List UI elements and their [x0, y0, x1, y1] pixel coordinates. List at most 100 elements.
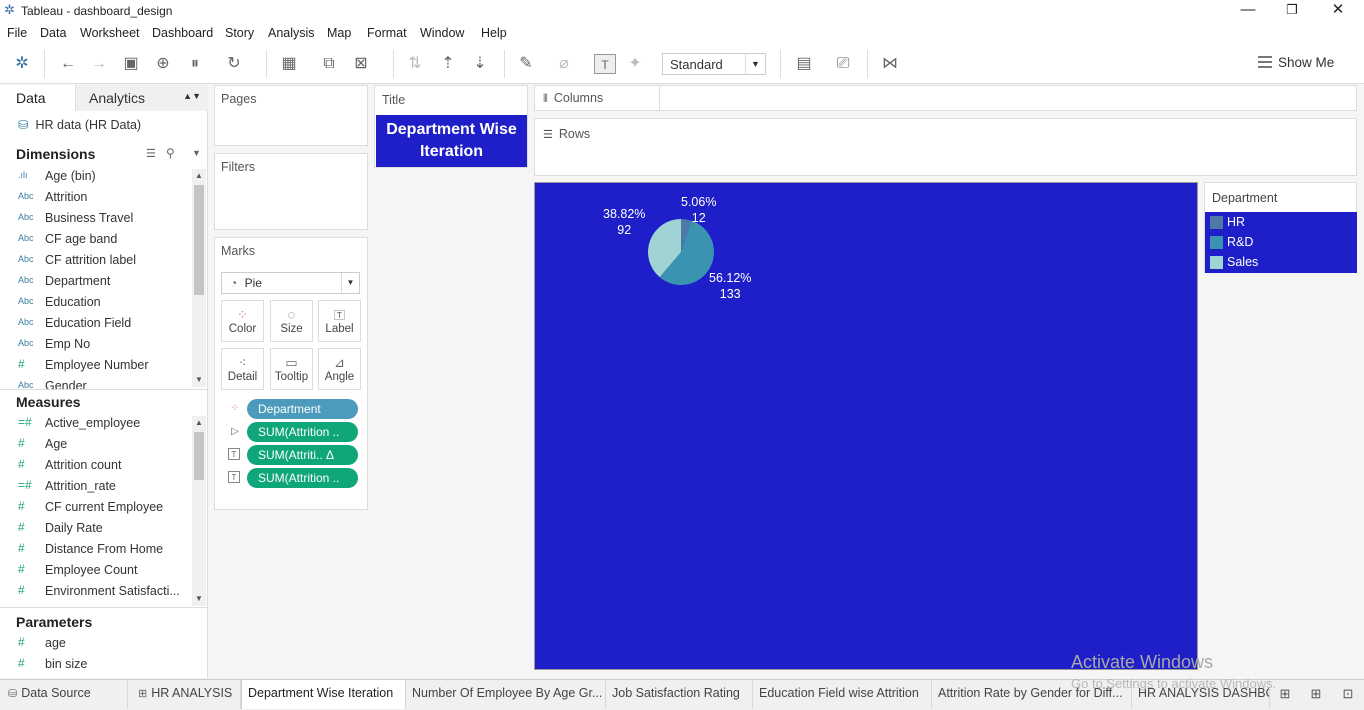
duplicate-sheet-icon[interactable]: ⧉ — [318, 54, 340, 74]
list-item[interactable]: # bin size — [0, 655, 192, 676]
tooltip-button[interactable]: ▭ Tooltip — [270, 348, 313, 390]
save-icon[interactable]: ▣ — [120, 54, 142, 74]
list-item[interactable]: Abc Department — [0, 272, 192, 293]
menu-window[interactable]: Window — [420, 26, 464, 40]
undo-icon[interactable]: ← — [57, 54, 79, 74]
list-item[interactable]: # Employee Count — [0, 561, 192, 582]
mark-type-dropdown[interactable]: ◔ Pie ▼ — [221, 272, 360, 294]
new-datasource-icon[interactable]: ⊕ — [152, 54, 174, 74]
dimensions-list: .ılı Age (bin) Abc Attrition Abc Business T… — [0, 167, 192, 389]
list-item[interactable]: # age — [0, 634, 192, 655]
tableau-home-icon[interactable]: ✲ — [11, 54, 33, 74]
pill-sum-attrition-label-pct[interactable]: SUM(Attriti.. Δ — [247, 445, 358, 465]
tab-job-satisfaction[interactable]: Job Satisfaction Rating — [606, 680, 753, 709]
clear-sheet-icon[interactable]: ⊠ — [350, 54, 372, 74]
group-members-icon[interactable]: ⌀ — [553, 54, 575, 74]
viz-canvas[interactable]: 5.06% 12 56.12% 133 38.82% 92 — [534, 182, 1198, 670]
rows-shelf[interactable]: ☰ Rows — [534, 118, 1357, 176]
list-item[interactable]: .ılı Age (bin) — [0, 167, 192, 188]
menu-story[interactable]: Story — [225, 26, 254, 40]
redo-icon[interactable]: → — [88, 54, 110, 74]
pause-updates-icon[interactable]: ⏸ — [184, 54, 206, 74]
pill-sum-attrition-label[interactable]: SUM(Attrition .. — [247, 468, 358, 488]
sheet-title[interactable]: Department Wise Iteration — [376, 115, 527, 167]
tab-education-field-attrition[interactable]: Education Field wise Attrition — [753, 680, 932, 709]
highlight-icon[interactable]: ✎ — [515, 54, 537, 74]
list-item[interactable]: # Daily Rate — [0, 519, 192, 540]
datasource-item[interactable]: ⛁ HR data (HR Data) — [18, 117, 141, 132]
columns-shelf[interactable]: ⦀ Columns — [534, 85, 1357, 111]
list-item[interactable]: Abc Education — [0, 293, 192, 314]
tab-data[interactable]: Data — [0, 85, 75, 111]
list-item[interactable]: # Age — [0, 435, 192, 456]
menu-help[interactable]: Help — [481, 26, 507, 40]
pages-shelf[interactable]: Pages — [214, 85, 368, 146]
list-item[interactable]: Abc Gender — [0, 377, 192, 389]
list-item[interactable]: Abc CF attrition label — [0, 251, 192, 272]
new-dashboard-icon[interactable]: ⊞ — [1307, 686, 1325, 704]
list-item[interactable]: # CF current Employee — [0, 498, 192, 519]
detail-button[interactable]: ⁖ Detail — [221, 348, 264, 390]
new-worksheet-icon[interactable]: ⊞ — [1276, 686, 1294, 704]
pill-department[interactable]: Department — [247, 399, 358, 419]
menu-format[interactable]: Format — [367, 26, 407, 40]
pie-chart[interactable] — [535, 183, 1197, 669]
toolbar-separator — [867, 50, 868, 78]
sort-ascending-icon[interactable]: ⇡ — [437, 54, 459, 74]
scroll-up-icon[interactable]: ▲ — [192, 416, 206, 430]
filters-shelf[interactable]: Filters — [214, 153, 368, 230]
list-item[interactable]: # Employee Number — [0, 356, 192, 377]
share-icon[interactable]: ⋈ — [879, 54, 901, 74]
tab-data-source[interactable]: ⛁ Data Source — [0, 680, 128, 709]
scroll-down-icon[interactable]: ▼ — [192, 373, 206, 387]
fit-mode-dropdown[interactable]: Standard ▼ — [662, 53, 766, 75]
angle-button[interactable]: ⊿ Angle — [318, 348, 361, 390]
menu-map[interactable]: Map — [327, 26, 351, 40]
menu-dashboard[interactable]: Dashboard — [152, 26, 213, 40]
close-button[interactable]: ✕ — [1316, 0, 1360, 22]
sort-descending-icon[interactable]: ⇣ — [469, 54, 491, 74]
list-item[interactable]: # Environment Satisfacti... — [0, 582, 192, 603]
show-me-button[interactable]: Show Me — [1258, 55, 1334, 70]
chevron-down-icon[interactable]: ▼ — [192, 148, 201, 158]
minimize-button[interactable]: — — [1226, 0, 1270, 22]
dimensions-scrollbar[interactable]: ▲ ▼ — [192, 169, 206, 387]
scrollbar-thumb[interactable] — [194, 432, 204, 480]
list-item[interactable]: =# Active_employee — [0, 414, 192, 435]
list-item[interactable]: Abc CF age band — [0, 230, 192, 251]
scroll-down-icon[interactable]: ▼ — [192, 592, 206, 606]
search-icon[interactable]: ⚲ — [166, 146, 175, 160]
presentation-mode-icon[interactable]: ⎚ — [832, 54, 854, 74]
show-cards-icon[interactable]: ▤ — [793, 54, 815, 74]
new-story-icon[interactable]: ⊡ — [1339, 686, 1357, 704]
list-item[interactable]: Abc Emp No — [0, 335, 192, 356]
fix-axes-icon[interactable]: ✦ — [624, 54, 646, 74]
list-item[interactable]: Abc Business Travel — [0, 209, 192, 230]
tab-department-wise-iteration[interactable]: Department Wise Iteration — [241, 680, 406, 709]
show-mark-labels-icon[interactable]: T — [594, 54, 616, 74]
menu-file[interactable]: File — [7, 26, 27, 40]
list-item[interactable]: =# Attrition_rate — [0, 477, 192, 498]
measures-scrollbar[interactable]: ▲ ▼ — [192, 416, 206, 606]
menu-analysis[interactable]: Analysis — [268, 26, 315, 40]
list-item[interactable]: # Distance From Home — [0, 540, 192, 561]
pill-sum-attrition-angle[interactable]: SUM(Attrition .. — [247, 422, 358, 442]
new-worksheet-icon[interactable]: ▦ — [278, 54, 300, 74]
refresh-icon[interactable]: ↻ — [223, 54, 245, 74]
scrollbar-thumb[interactable] — [194, 185, 204, 295]
list-item[interactable]: # Attrition count — [0, 456, 192, 477]
restore-button[interactable]: ❐ — [1270, 0, 1314, 22]
list-item[interactable]: Abc Education Field — [0, 314, 192, 335]
list-item[interactable]: Abc Attrition — [0, 188, 192, 209]
color-button[interactable]: ⁘ Color — [221, 300, 264, 342]
tab-analytics[interactable]: Analytics ▲▼ — [75, 85, 208, 111]
swap-rows-columns-icon[interactable]: ⇅ — [404, 54, 426, 74]
label-button[interactable]: 🅃 Label — [318, 300, 361, 342]
view-list-icon[interactable]: ☰ — [146, 147, 156, 160]
tab-hr-analysis[interactable]: ⊞ HR ANALYSIS — [130, 680, 241, 709]
menu-worksheet[interactable]: Worksheet — [80, 26, 140, 40]
menu-data[interactable]: Data — [40, 26, 66, 40]
size-button[interactable]: ◌ Size — [270, 300, 313, 342]
tab-employee-by-age[interactable]: Number Of Employee By Age Gr... — [406, 680, 606, 709]
scroll-up-icon[interactable]: ▲ — [192, 169, 206, 183]
